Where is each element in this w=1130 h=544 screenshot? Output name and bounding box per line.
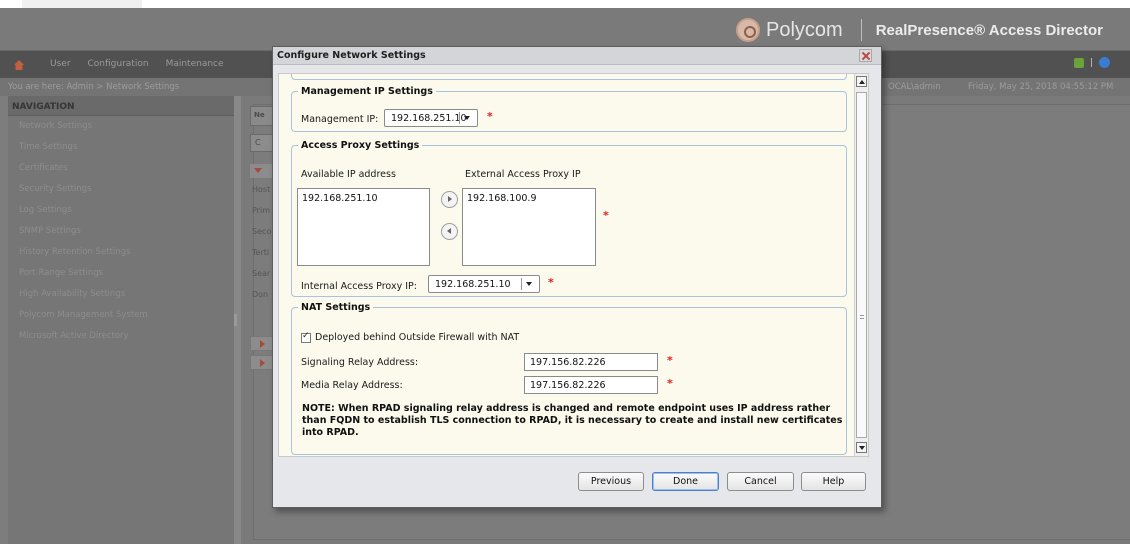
nav-item-port-range[interactable]: Port Range Settings: [8, 263, 234, 284]
nat-checkbox[interactable]: [301, 331, 311, 343]
main-menu: User Configuration Maintenance: [50, 59, 224, 69]
chevron-down-icon[interactable]: [521, 278, 537, 290]
breadcrumb: You are here: Admin > Network Settings: [8, 82, 180, 92]
external-proxy-ip-label: External Access Proxy IP: [465, 169, 581, 180]
nav-item-snmp-settings[interactable]: SNMP Settings: [8, 221, 234, 242]
app-header: Polycom RealPresence® Access Director: [0, 8, 1130, 50]
top-logo-area: [22, 0, 142, 8]
brand: Polycom RealPresence® Access Director: [736, 18, 1103, 42]
background-label-search: Sear: [252, 269, 271, 278]
splitter-grip[interactable]: [234, 314, 237, 326]
nav-item-network-settings[interactable]: Network Settings: [8, 116, 234, 137]
previous-button[interactable]: Previous: [578, 472, 644, 491]
background-label-tertiary: Terti: [252, 248, 270, 257]
background-label-host: Host: [252, 185, 271, 194]
required-marker: *: [548, 276, 554, 289]
thumb-grip: [860, 315, 864, 319]
nav-item-log-settings[interactable]: Log Settings: [8, 200, 234, 221]
management-ip-value: 192.168.251.10: [391, 113, 467, 124]
move-right-button[interactable]: [441, 191, 458, 208]
top-strip: [0, 0, 1130, 8]
help-button[interactable]: Help: [801, 472, 866, 491]
management-ip-label: Management IP:: [301, 114, 379, 125]
help-icon[interactable]: [1099, 57, 1111, 68]
list-item[interactable]: 192.168.100.9: [467, 193, 537, 204]
background-label-domain: Don: [252, 290, 269, 299]
nav-item-high-availability[interactable]: High Availability Settings: [8, 284, 234, 305]
background-label-secondary: Seco: [252, 227, 272, 236]
brand-name: Polycom: [766, 18, 843, 41]
menu-divider: |: [1090, 57, 1094, 68]
close-icon[interactable]: [859, 49, 872, 62]
logout-icon[interactable]: [1074, 57, 1084, 68]
media-relay-input[interactable]: 197.156.82.226: [524, 376, 658, 394]
cancel-button[interactable]: Cancel: [727, 472, 794, 491]
previous-fieldset: [291, 74, 847, 80]
navigation-panel: NAVIGATION Network Settings Time Setting…: [8, 96, 234, 544]
current-datetime: Friday, May 25, 2018 04:55:12 PM: [968, 82, 1114, 92]
external-proxy-ip-listbox[interactable]: 192.168.100.9: [462, 188, 596, 266]
nav-item-polycom-management[interactable]: Polycom Management System: [8, 305, 234, 326]
dialog-scroll-pane[interactable]: Management IP Settings Management IP: 19…: [278, 73, 869, 457]
polycom-logo-icon: [736, 18, 760, 42]
brand-divider: [860, 19, 862, 41]
dialog-titlebar: Configure Network Settings: [273, 47, 881, 65]
configure-network-dialog: Configure Network Settings Management IP…: [272, 46, 882, 508]
signaling-relay-input[interactable]: 197.156.82.226: [524, 353, 658, 371]
vertical-scrollbar[interactable]: [854, 74, 868, 456]
menu-right-icons: |: [1074, 57, 1111, 68]
required-marker: *: [667, 354, 673, 367]
nav-item-security-settings[interactable]: Security Settings: [8, 179, 234, 200]
background-label-primary: Prim: [252, 206, 270, 215]
signaling-relay-label: Signaling Relay Address:: [301, 357, 419, 368]
list-item[interactable]: 192.168.251.10: [302, 193, 378, 204]
menu-item-user[interactable]: User: [50, 59, 71, 69]
nat-checkbox-label[interactable]: Deployed behind Outside Firewall with NA…: [315, 332, 519, 343]
nav-item-certificates[interactable]: Certificates: [8, 158, 234, 179]
nav-item-time-settings[interactable]: Time Settings: [8, 137, 234, 158]
internal-proxy-ip-value: 192.168.251.10: [435, 279, 511, 290]
required-marker: *: [487, 110, 493, 123]
menu-item-maintenance[interactable]: Maintenance: [166, 59, 224, 69]
scrollbar-thumb[interactable]: [856, 92, 867, 438]
menu-item-configuration[interactable]: Configuration: [88, 59, 149, 69]
access-proxy-legend: Access Proxy Settings: [301, 140, 420, 151]
required-marker: *: [603, 209, 609, 222]
internal-proxy-ip-label: Internal Access Proxy IP:: [301, 281, 417, 292]
nat-note: NOTE: When RPAD signaling relay address …: [302, 403, 843, 438]
panel-splitter[interactable]: [234, 96, 241, 544]
media-relay-label: Media Relay Address:: [301, 380, 403, 391]
dialog-title: Configure Network Settings: [277, 50, 426, 61]
move-left-button[interactable]: [441, 223, 458, 240]
management-ip-fieldset: Management IP Settings: [291, 86, 847, 132]
nav-item-microsoft-ad[interactable]: Microsoft Active Directory: [8, 326, 234, 347]
nav-item-history-retention[interactable]: History Retention Settings: [8, 242, 234, 263]
product-name: RealPresence® Access Director: [875, 21, 1103, 39]
chevron-down-icon[interactable]: [459, 112, 475, 124]
current-user: OCAL\admin: [888, 82, 941, 92]
required-marker: *: [667, 377, 673, 390]
management-ip-select[interactable]: 192.168.251.10: [384, 109, 478, 127]
available-ip-listbox[interactable]: 192.168.251.10: [297, 188, 430, 266]
nat-legend: NAT Settings: [301, 302, 371, 313]
home-icon[interactable]: [13, 59, 25, 71]
scroll-down-icon[interactable]: [856, 442, 867, 453]
navigation-title: NAVIGATION: [8, 96, 234, 116]
scroll-up-icon[interactable]: [856, 76, 867, 87]
done-button[interactable]: Done: [652, 472, 719, 491]
available-ip-label: Available IP address: [301, 169, 396, 180]
internal-proxy-ip-select[interactable]: 192.168.251.10: [428, 275, 540, 293]
management-ip-legend: Management IP Settings: [301, 86, 433, 97]
